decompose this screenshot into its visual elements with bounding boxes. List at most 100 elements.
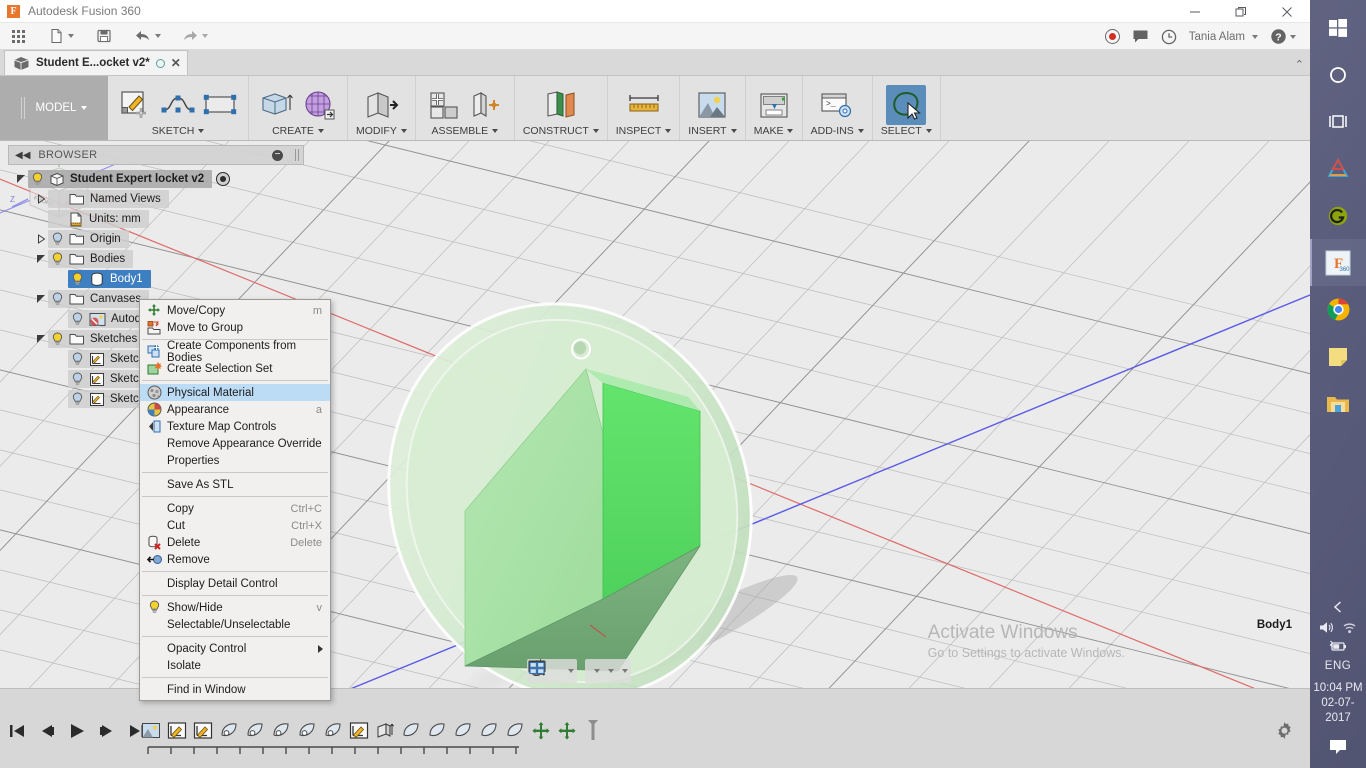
clock-date[interactable]: 02-07-2017 bbox=[1310, 696, 1366, 726]
tray-battery-row[interactable] bbox=[1310, 639, 1366, 653]
chrome-button[interactable] bbox=[1310, 286, 1366, 333]
autodesk-app-button[interactable] bbox=[1310, 145, 1366, 192]
job-status-button[interactable] bbox=[1155, 23, 1183, 50]
sticky-notes-button[interactable] bbox=[1310, 333, 1366, 380]
offset-plane-button[interactable] bbox=[541, 85, 581, 125]
context-menu-item[interactable]: Display Detail Control bbox=[140, 575, 330, 592]
timeline-settings-button[interactable] bbox=[1275, 721, 1294, 745]
new-component-button[interactable] bbox=[424, 85, 464, 125]
select-tool-button[interactable] bbox=[886, 85, 927, 125]
context-menu-item[interactable]: Selectable/Unselectable bbox=[140, 616, 330, 633]
context-menu-item[interactable]: Find in Window bbox=[140, 681, 330, 698]
context-menu-item[interactable]: Cut Ctrl+X bbox=[140, 517, 330, 534]
user-account-button[interactable]: Tania Alam bbox=[1183, 23, 1264, 50]
new-file-button[interactable] bbox=[43, 23, 80, 50]
lightbulb-icon[interactable] bbox=[71, 372, 84, 386]
joint-button[interactable] bbox=[466, 85, 506, 125]
browser-tree-item[interactable]: Origin bbox=[8, 229, 304, 249]
insert-image-button[interactable] bbox=[692, 85, 732, 125]
lightbulb-icon[interactable] bbox=[71, 392, 84, 406]
timeline-feature[interactable] bbox=[270, 719, 292, 741]
chevron-down-icon[interactable] bbox=[568, 669, 574, 673]
step-back-icon[interactable] bbox=[38, 723, 56, 744]
chevron-down-icon[interactable] bbox=[34, 334, 48, 344]
save-button[interactable] bbox=[90, 23, 118, 50]
task-view-button[interactable] bbox=[1310, 98, 1366, 145]
context-menu-item[interactable]: Create Selection Set bbox=[140, 360, 330, 377]
collapse-ribbon-button[interactable]: ⌃ bbox=[1295, 58, 1304, 71]
panel-grip-icon[interactable] bbox=[295, 149, 299, 161]
ribbon-group-create-menu[interactable]: CREATE bbox=[272, 125, 324, 138]
ribbon-group-insert-menu[interactable]: INSERT bbox=[688, 125, 737, 138]
lightbulb-icon[interactable] bbox=[31, 172, 44, 186]
comments-button[interactable] bbox=[1126, 23, 1155, 50]
extrude-button[interactable] bbox=[257, 85, 297, 125]
lightbulb-icon[interactable] bbox=[71, 352, 84, 366]
browser-tree-item[interactable]: Bodies bbox=[8, 249, 304, 269]
timeline-feature[interactable] bbox=[140, 719, 162, 741]
language-indicator[interactable]: ENG bbox=[1310, 660, 1366, 672]
file-explorer-button[interactable] bbox=[1310, 380, 1366, 427]
timeline-marker[interactable] bbox=[582, 719, 604, 741]
timeline-feature[interactable] bbox=[452, 719, 474, 741]
timeline-feature[interactable] bbox=[192, 719, 214, 741]
minimize-button[interactable] bbox=[1172, 0, 1218, 23]
activate-component-icon[interactable] bbox=[216, 172, 231, 186]
chevron-down-icon[interactable] bbox=[608, 669, 614, 673]
browser-tree-item-pill[interactable]: Student Expert locket v2 bbox=[28, 170, 213, 188]
browser-tree-item-pill[interactable]: Body1 bbox=[68, 270, 151, 288]
browser-tree-item[interactable]: Body1 bbox=[8, 269, 304, 289]
timeline-feature[interactable] bbox=[218, 719, 240, 741]
measure-button[interactable] bbox=[624, 85, 664, 125]
body-context-menu[interactable]: Move/Copy m Move to Group Create Components… bbox=[139, 299, 331, 701]
browser-tree-item-pill[interactable]: Origin bbox=[48, 230, 129, 248]
browser-tree-item[interactable]: Named Views bbox=[8, 189, 304, 209]
ribbon-group-addins-menu[interactable]: ADD-INS bbox=[811, 125, 864, 138]
redo-button[interactable] bbox=[175, 23, 214, 50]
double-chevron-left-icon[interactable]: ◀◀ bbox=[15, 150, 30, 161]
timeline-feature[interactable] bbox=[478, 719, 500, 741]
viewports-button[interactable] bbox=[529, 661, 620, 681]
lightbulb-icon[interactable] bbox=[71, 272, 84, 286]
app-grid-button[interactable] bbox=[6, 23, 31, 50]
context-menu-item[interactable]: Opacity Control bbox=[140, 640, 330, 657]
ribbon-group-select-menu[interactable]: SELECT bbox=[881, 125, 932, 138]
ribbon-group-inspect-menu[interactable]: INSPECT bbox=[616, 125, 672, 138]
close-tab-icon[interactable]: ✕ bbox=[171, 56, 181, 70]
timeline-feature[interactable] bbox=[322, 719, 344, 741]
clock-time[interactable]: 10:04 PM bbox=[1310, 681, 1366, 696]
ribbon-group-construct-menu[interactable]: CONSTRUCT bbox=[523, 125, 599, 138]
timeline-feature[interactable] bbox=[348, 719, 370, 741]
ribbon-group-modify-menu[interactable]: MODIFY bbox=[356, 125, 407, 138]
context-menu-item[interactable]: Create Components from Bodies bbox=[140, 340, 330, 364]
lightbulb-icon[interactable] bbox=[51, 292, 64, 306]
lightbulb-icon[interactable] bbox=[51, 252, 64, 266]
browser-tree-item-pill[interactable]: Canvases bbox=[48, 290, 150, 308]
chevron-down-icon[interactable] bbox=[34, 254, 48, 264]
timeline-track[interactable] bbox=[146, 745, 521, 755]
chevron-down-icon[interactable] bbox=[622, 669, 628, 673]
zoom-window-button[interactable] bbox=[528, 661, 566, 681]
browser-tree-item[interactable]: Student Expert locket v2 bbox=[8, 169, 304, 189]
lightbulb-icon[interactable] bbox=[51, 232, 64, 246]
browser-tree-item-pill[interactable]: Bodies bbox=[48, 250, 134, 268]
browser-tree-item-pill[interactable]: Units: mm bbox=[48, 210, 149, 228]
3d-print-button[interactable] bbox=[754, 85, 794, 125]
browser-tree-item[interactable]: Units: mm bbox=[8, 209, 304, 229]
ribbon-group-assemble-menu[interactable]: ASSEMBLE bbox=[432, 125, 499, 138]
browser-tree-item-pill[interactable]: Sketches bbox=[48, 330, 146, 348]
timeline-feature[interactable] bbox=[530, 719, 552, 741]
chevron-right-icon[interactable] bbox=[34, 194, 48, 204]
timeline-feature[interactable] bbox=[244, 719, 266, 741]
context-menu-item[interactable]: Physical Material bbox=[140, 384, 330, 401]
grid-snaps-button[interactable] bbox=[529, 661, 606, 681]
chevron-right-icon[interactable] bbox=[34, 234, 48, 244]
scripts-addins-button[interactable]: >_ bbox=[817, 85, 857, 125]
step-forward-icon[interactable] bbox=[98, 723, 116, 744]
timeline-feature[interactable] bbox=[504, 719, 526, 741]
pan-button[interactable] bbox=[531, 661, 554, 681]
play-icon[interactable] bbox=[68, 723, 86, 744]
context-menu-item[interactable]: Delete Delete bbox=[140, 534, 330, 551]
rectangle-button[interactable] bbox=[200, 85, 240, 125]
create-sketch-button[interactable] bbox=[116, 85, 156, 125]
